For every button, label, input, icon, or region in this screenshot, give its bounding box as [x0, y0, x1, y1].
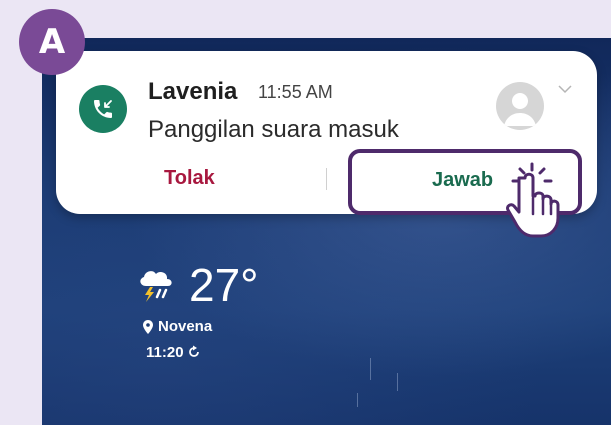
location-pin-icon — [143, 320, 153, 334]
wallpaper-streak — [357, 393, 358, 407]
chevron-down-icon[interactable] — [558, 81, 572, 99]
thunder-rain-icon — [140, 271, 172, 302]
weather-location: Novena — [158, 318, 213, 335]
caller-name: Lavenia — [148, 78, 238, 105]
reject-button[interactable]: Tolak — [164, 167, 215, 190]
weather-updated-time: 11:20 — [146, 344, 184, 361]
notification-message: Panggilan suara masuk — [148, 116, 399, 143]
temperature: 27° — [189, 259, 259, 311]
wallpaper-streak — [370, 358, 371, 380]
notification-time: 11:55 AM — [258, 82, 333, 102]
contact-avatar-icon — [496, 82, 544, 130]
refresh-icon[interactable] — [187, 345, 201, 359]
answer-label: Jawab — [432, 169, 494, 191]
action-divider — [326, 168, 327, 190]
wallpaper-streak — [397, 373, 398, 391]
incoming-call-icon — [79, 85, 127, 133]
step-badge: A — [19, 9, 85, 75]
tap-hand-icon — [506, 172, 560, 238]
